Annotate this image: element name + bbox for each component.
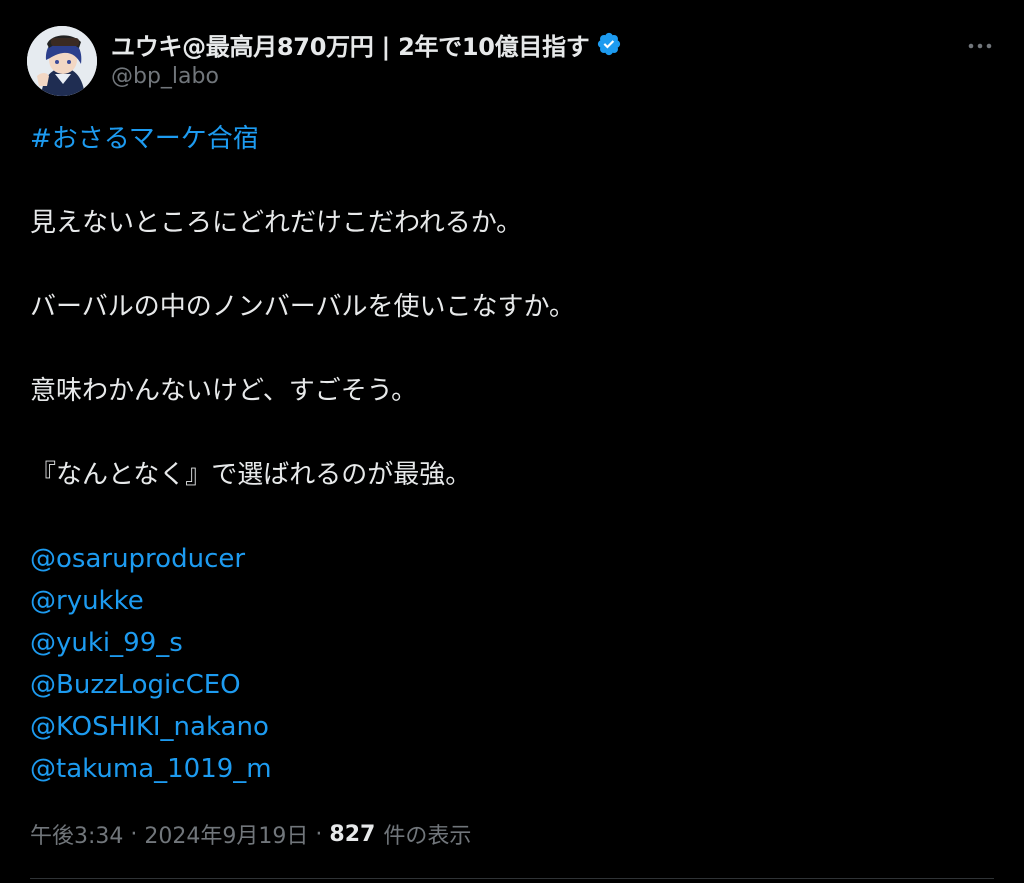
- views-count[interactable]: 827: [329, 822, 375, 847]
- tweet-date[interactable]: 2024年9月19日: [144, 818, 308, 850]
- views-label: 件の表示: [383, 824, 472, 849]
- mention-link[interactable]: @osaruproducer: [30, 538, 272, 580]
- mentions-list: @osaruproducer @ryukke @yuki_99_s @BuzzL…: [30, 538, 272, 790]
- tweet: ユウキ@最高月870万円 | 2年で10億目指す @bp_labo #おさるマー…: [0, 0, 1024, 883]
- mention-link[interactable]: @BuzzLogicCEO: [30, 664, 272, 706]
- meta-separator: ·: [315, 821, 323, 847]
- divider: [30, 878, 994, 879]
- tweet-meta: 午後3:34 · 2024年9月19日 · 827 件の表示: [30, 818, 471, 850]
- mention-link[interactable]: @KOSHIKI_nakano: [30, 706, 272, 748]
- verified-badge-icon[interactable]: [596, 31, 622, 57]
- author-name-row: ユウキ@最高月870万円 | 2年で10億目指す: [111, 24, 622, 64]
- tweet-line: 『なんとなく』で選ばれるのが最強。: [30, 460, 472, 490]
- hashtag-link[interactable]: #おさるマーケ合宿: [30, 124, 259, 154]
- tweet-time[interactable]: 午後3:34: [30, 818, 123, 850]
- avatar-illustration-icon: [27, 26, 97, 96]
- mention-link[interactable]: @ryukke: [30, 580, 272, 622]
- tweet-line: バーバルの中のノンバーバルを使いこなすか。: [30, 292, 575, 322]
- tweet-text: #おさるマーケ合宿 見えないところにどれだけこだわれるか。 バーバルの中のノンバ…: [30, 118, 990, 496]
- meta-separator: ·: [130, 821, 138, 847]
- avatar[interactable]: [27, 26, 97, 96]
- mention-link[interactable]: @takuma_1019_m: [30, 748, 272, 790]
- tweet-line: 意味わかんないけど、すごそう。: [30, 376, 418, 406]
- mention-link[interactable]: @yuki_99_s: [30, 622, 272, 664]
- tweet-line: 見えないところにどれだけこだわれるか。: [30, 208, 523, 238]
- author-block: ユウキ@最高月870万円 | 2年で10億目指す @bp_labo: [111, 24, 622, 89]
- author-display-name[interactable]: ユウキ@最高月870万円 | 2年で10億目指す: [111, 27, 590, 62]
- author-handle[interactable]: @bp_labo: [111, 64, 622, 89]
- more-options-icon[interactable]: [964, 34, 996, 58]
